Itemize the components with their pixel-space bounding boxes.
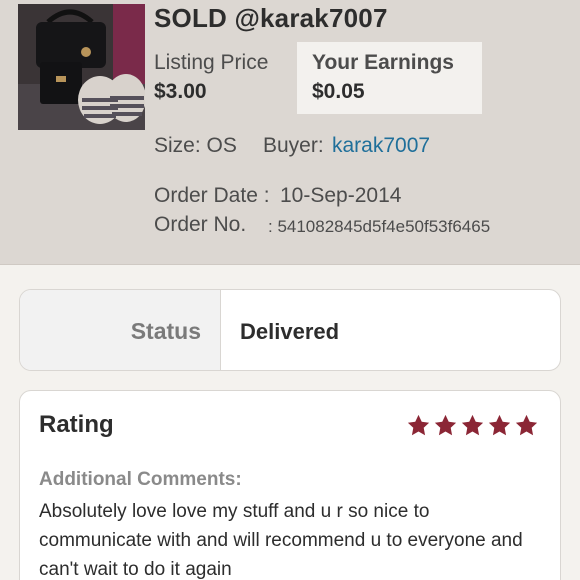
earnings-label: Your Earnings — [312, 51, 454, 74]
order-number-label: Order No. — [154, 213, 247, 236]
rating-card: Rating Additional Comments: Absolutely l… — [19, 390, 561, 580]
star-icon — [461, 414, 484, 436]
page-title: SOLD @karak7007 — [154, 3, 388, 33]
order-date-label: Order Date : — [154, 184, 270, 207]
order-number-value: : 541082845d5f4e50f53f6465 — [268, 217, 491, 236]
listing-price-label: Listing Price — [154, 51, 269, 74]
comments-label: Additional Comments: — [39, 469, 242, 490]
earnings-value: $0.05 — [312, 80, 365, 103]
status-card: Status Delivered — [19, 289, 561, 371]
listing-thumbnail[interactable] — [18, 4, 145, 130]
star-icon — [434, 414, 457, 436]
buyer-label: Buyer: — [263, 134, 324, 157]
star-icon — [488, 414, 511, 436]
rating-title: Rating — [39, 411, 114, 438]
buyer-link[interactable]: karak7007 — [332, 134, 430, 158]
status-label: Status — [130, 318, 201, 344]
listing-price-value: $3.00 — [154, 80, 207, 103]
product-photo-icon — [18, 4, 145, 130]
star-icon — [407, 414, 430, 436]
status-label-cell: Status — [20, 290, 221, 370]
order-summary-header: SOLD @karak7007 Listing Price $3.00 Your… — [0, 0, 580, 265]
rating-stars — [406, 413, 539, 438]
status-value: Delivered — [240, 319, 340, 344]
size-text: Size: OS — [154, 134, 237, 157]
earnings-box: Your Earnings $0.05 — [297, 42, 482, 114]
star-icon — [515, 414, 538, 436]
comments-text: Absolutely love love my stuff and u r so… — [39, 501, 523, 580]
order-date-value: 10-Sep-2014 — [280, 184, 402, 207]
